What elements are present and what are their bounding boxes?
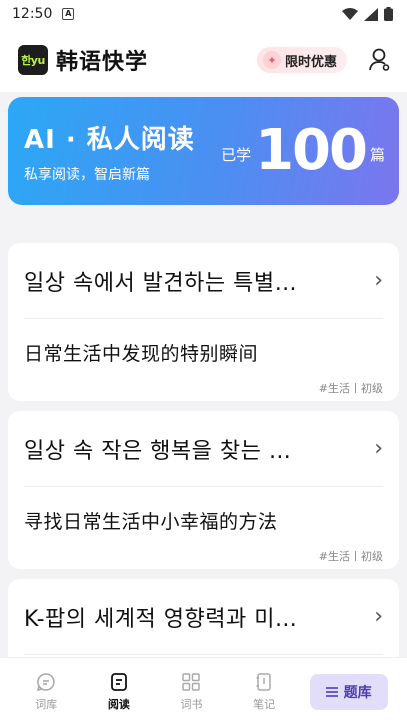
tab-label: 词书 xyxy=(180,697,203,711)
private-reading-banner[interactable]: AI · 私人阅读 私享阅读，智启新篇 已学 100 篇 xyxy=(8,97,399,205)
grid-icon xyxy=(182,672,201,691)
tab-word-books[interactable]: 词书 xyxy=(164,672,218,712)
gift-icon: ✦ xyxy=(262,51,281,69)
article-card[interactable]: 일상 속 작은 행복을 찾는 … › 寻找日常生活中小幸福的方法 #生活丨初级 xyxy=(8,411,399,569)
article-translation: 日常生活中发现的特别瞬间 xyxy=(24,343,259,365)
wifi-icon xyxy=(342,7,358,20)
tab-reading[interactable]: 阅读 xyxy=(92,672,146,712)
sim-icon: A xyxy=(62,8,75,20)
limited-offer-label: 限时优惠 xyxy=(284,54,337,70)
notebook-icon xyxy=(256,672,271,691)
article-tags: #生活丨初级 xyxy=(318,382,383,395)
tab-label: 阅读 xyxy=(107,697,130,711)
app-header: 한yu 韩语快学 ✦ 限时优惠 xyxy=(0,28,407,92)
banner-title: AI · 私人阅读 xyxy=(24,124,195,155)
read-count-prefix: 已学 xyxy=(221,146,252,164)
clock: 12:50 xyxy=(12,6,53,22)
brand: 한yu 韩语快学 xyxy=(18,44,148,76)
read-count-unit: 篇 xyxy=(369,146,385,164)
app-logo: 한yu xyxy=(18,45,48,75)
question-bank-button[interactable]: 题库 xyxy=(309,673,388,710)
article-title: 일상 속 작은 행복을 찾는 … xyxy=(24,438,292,464)
tab-word-bank[interactable]: 词库 xyxy=(19,672,73,712)
limited-offer-button[interactable]: ✦ 限时优惠 xyxy=(256,47,347,73)
tab-label: 词库 xyxy=(35,697,58,711)
menu-icon xyxy=(325,686,338,697)
read-count: 已学 100 篇 xyxy=(221,123,385,179)
article-title: 일상 속에서 발견하는 특별… xyxy=(24,270,298,296)
status-bar: 12:50 A xyxy=(0,0,407,28)
document-icon xyxy=(110,672,127,691)
chevron-right-icon: › xyxy=(374,268,383,293)
banner-left: AI · 私人阅读 私享阅读，智启新篇 xyxy=(24,119,195,184)
tab-notes[interactable]: 笔记 xyxy=(237,672,291,712)
app-title: 韩语快学 xyxy=(56,50,149,75)
article-translation: 寻找日常生活中小幸福的方法 xyxy=(24,511,278,533)
article-title: K-팝의 세계적 영향력과 미… xyxy=(24,606,298,632)
article-tags: #生活丨初级 xyxy=(318,550,383,563)
tab-label: 笔记 xyxy=(253,697,276,711)
bottom-tab-bar: 词库 阅读 词书 笔记 题库 xyxy=(0,657,407,725)
article-card[interactable]: 일상 속에서 발견하는 특별… › 日常生活中发现的特别瞬间 #生活丨初级 xyxy=(8,243,399,401)
battery-icon xyxy=(384,7,393,21)
chevron-right-icon: › xyxy=(374,604,383,629)
banner-subtitle: 私享阅读，智启新篇 xyxy=(24,166,150,183)
signal-icon xyxy=(364,7,378,21)
chevron-right-icon: › xyxy=(374,436,383,461)
article-list: 일상 속에서 발견하는 특별… › 日常生活中发现的特别瞬间 #生活丨初级 일상… xyxy=(8,243,399,725)
read-count-value: 100 xyxy=(255,118,368,183)
chat-icon xyxy=(37,672,55,691)
profile-icon[interactable] xyxy=(369,48,391,72)
question-bank-label: 题库 xyxy=(343,684,372,701)
